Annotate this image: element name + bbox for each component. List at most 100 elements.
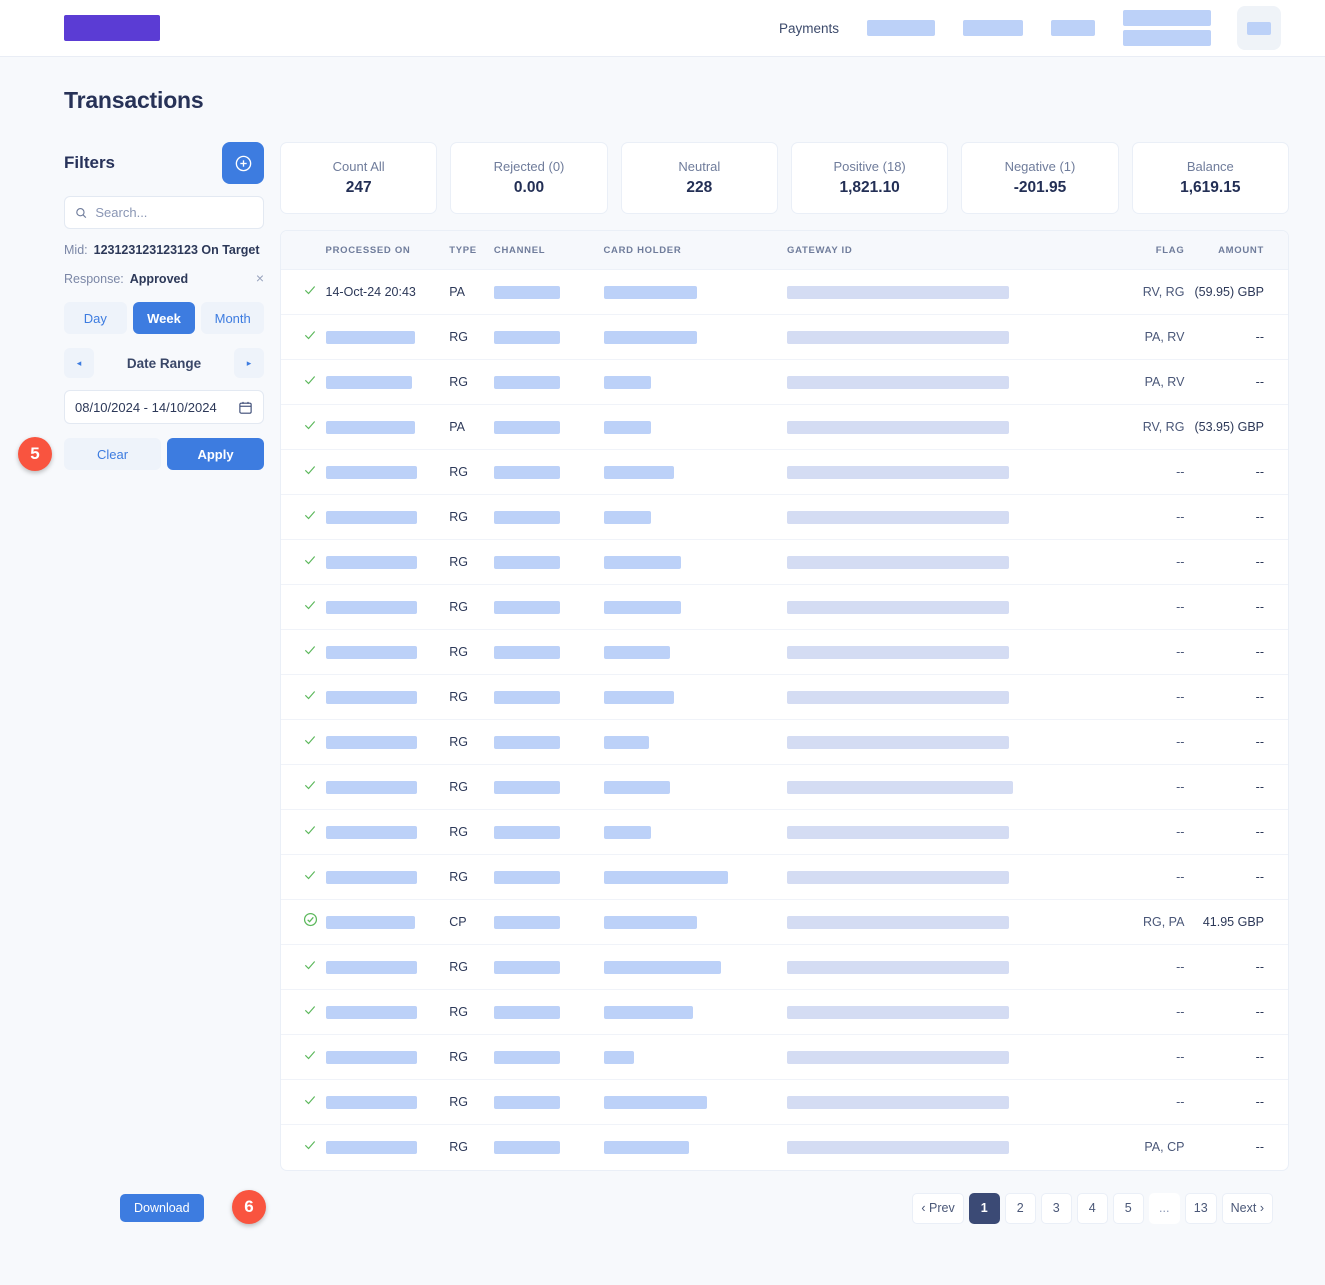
table-row[interactable]: RG -- -- (281, 449, 1288, 495)
cell-processed-on (325, 674, 450, 720)
nav-redacted-item-5 (1123, 30, 1211, 46)
redacted-value (493, 960, 560, 974)
table-row[interactable]: PA RV, RG (53.95) GBP (281, 404, 1288, 450)
column-channel[interactable]: CHANNEL (493, 231, 604, 270)
pagination-button[interactable]: 1 (968, 1192, 1000, 1224)
nav-redacted-item-2[interactable] (963, 20, 1023, 36)
table-row[interactable]: RG -- -- (281, 809, 1288, 855)
table-header-row: PROCESSED ON TYPE CHANNEL CARD HOLDER GA… (281, 231, 1288, 270)
table-row[interactable]: RG -- -- (281, 944, 1288, 990)
pagination-button[interactable]: 3 (1040, 1192, 1072, 1224)
column-processed-on[interactable]: PROCESSED ON (325, 231, 450, 270)
row-status-check-icon (281, 854, 326, 900)
check-icon (304, 870, 316, 879)
redacted-value (325, 870, 417, 884)
cell-card-holder (603, 809, 787, 855)
column-gateway-id[interactable]: GATEWAY ID (787, 231, 1101, 270)
row-status-check-icon (281, 1125, 326, 1170)
redacted-value (325, 1095, 417, 1109)
pagination-button: ... (1148, 1192, 1180, 1224)
redacted-value (603, 1005, 693, 1019)
flag-value: -- (1176, 960, 1185, 974)
add-filter-button[interactable] (222, 142, 264, 184)
table-row[interactable]: RG PA, RV -- (281, 359, 1288, 405)
row-status-check-icon (281, 764, 326, 810)
table-row[interactable]: RG -- -- (281, 629, 1288, 675)
redacted-value (787, 1005, 1009, 1019)
pagination-button[interactable]: 4 (1076, 1192, 1108, 1224)
table-row[interactable]: RG PA, RV -- (281, 314, 1288, 360)
pagination-button[interactable]: 13 (1184, 1192, 1217, 1224)
nav-redacted-item-3[interactable] (1051, 20, 1095, 36)
cell-channel (493, 629, 604, 675)
filter-chip-remove-icon[interactable]: × (256, 271, 264, 285)
brand-logo[interactable] (64, 15, 160, 41)
row-status-check-icon (281, 1079, 326, 1125)
redacted-value (325, 420, 415, 434)
column-type[interactable]: TYPE (449, 231, 494, 270)
cell-flag: RV, RG (1100, 404, 1185, 450)
table-row[interactable]: RG -- -- (281, 674, 1288, 720)
pagination-button[interactable]: Next › (1221, 1192, 1273, 1224)
type-value: RG (449, 1095, 468, 1109)
nav-item-payments[interactable]: Payments (765, 21, 853, 36)
transactions-table: PROCESSED ON TYPE CHANNEL CARD HOLDER GA… (281, 231, 1288, 1170)
date-range-prev-button[interactable]: ◂ (64, 348, 94, 378)
cell-type: RG (449, 494, 494, 540)
table-row[interactable]: RG -- -- (281, 719, 1288, 765)
cell-type: RG (449, 1034, 494, 1080)
period-button-day[interactable]: Day (64, 302, 127, 334)
clear-filters-button[interactable]: Clear (64, 438, 161, 470)
search-input[interactable] (95, 205, 253, 220)
apply-filters-button[interactable]: Apply (167, 438, 264, 470)
date-range-next-button[interactable]: ▸ (234, 348, 264, 378)
cell-flag: PA, CP (1100, 1125, 1184, 1170)
cell-gateway-id (787, 359, 1101, 405)
cell-type: RG (449, 584, 494, 630)
redacted-value (493, 1140, 560, 1154)
table-row[interactable]: RG -- -- (281, 764, 1288, 810)
pagination: ‹ Prev 1 2 3 4 5... 13 Next › (912, 1192, 1289, 1224)
table-row[interactable]: RG PA, CP -- (281, 1125, 1288, 1170)
search-field-wrapper[interactable] (64, 196, 264, 229)
column-card-holder[interactable]: CARD HOLDER (603, 231, 787, 270)
column-flag[interactable]: FLAG (1100, 231, 1185, 270)
table-row[interactable]: CP RG, PA 41.95 GBP (281, 899, 1288, 945)
table-row[interactable]: RG -- -- (281, 1079, 1288, 1125)
date-range-input[interactable]: 08/10/2024 - 14/10/2024 (64, 390, 264, 424)
table-row[interactable]: RG -- -- (281, 539, 1288, 585)
cell-gateway-id (787, 989, 1101, 1035)
pagination-button[interactable]: 5 (1112, 1192, 1144, 1224)
redacted-value (325, 915, 415, 929)
table-row[interactable]: 14-Oct-24 20:43 PA RV, RG (59.95) GBP (281, 269, 1288, 315)
pagination-button[interactable]: 2 (1004, 1192, 1036, 1224)
stat-value: 247 (345, 179, 372, 196)
row-status-check-icon (281, 314, 326, 360)
amount-value: -- (1255, 645, 1264, 659)
table-row[interactable]: RG -- -- (281, 584, 1288, 630)
cell-channel (493, 719, 604, 765)
column-amount[interactable]: AMOUNT (1184, 231, 1288, 270)
cell-card-holder (603, 584, 787, 630)
period-button-month[interactable]: Month (201, 302, 265, 334)
table-row[interactable]: RG -- -- (281, 854, 1288, 900)
download-area: 6 Download (64, 1190, 266, 1224)
pagination-button[interactable]: ‹ Prev (912, 1192, 964, 1224)
flag-value: PA, RV (1144, 330, 1185, 344)
table-row[interactable]: RG -- -- (281, 1034, 1288, 1080)
cell-amount: -- (1184, 1079, 1288, 1125)
period-button-week[interactable]: Week (132, 302, 196, 334)
nav-redacted-stack[interactable] (1123, 10, 1211, 46)
account-menu-button[interactable] (1237, 6, 1281, 50)
cell-card-holder (603, 719, 787, 765)
account-menu-redacted-label (1247, 21, 1271, 35)
table-row[interactable]: RG -- -- (281, 494, 1288, 540)
type-value: RG (449, 600, 468, 614)
table-footer: 6 Download ‹ Prev 1 2 3 4 5... 13 Next › (0, 1171, 1325, 1224)
download-button[interactable]: Download (120, 1194, 204, 1222)
nav-redacted-item-1[interactable] (867, 20, 935, 36)
calendar-icon[interactable] (238, 400, 253, 415)
table-row[interactable]: RG -- -- (281, 989, 1288, 1035)
table-body: 14-Oct-24 20:43 PA RV, RG (59.95) GBP RG PA, … (281, 269, 1288, 1170)
cell-flag: RV, RG (1100, 269, 1185, 315)
